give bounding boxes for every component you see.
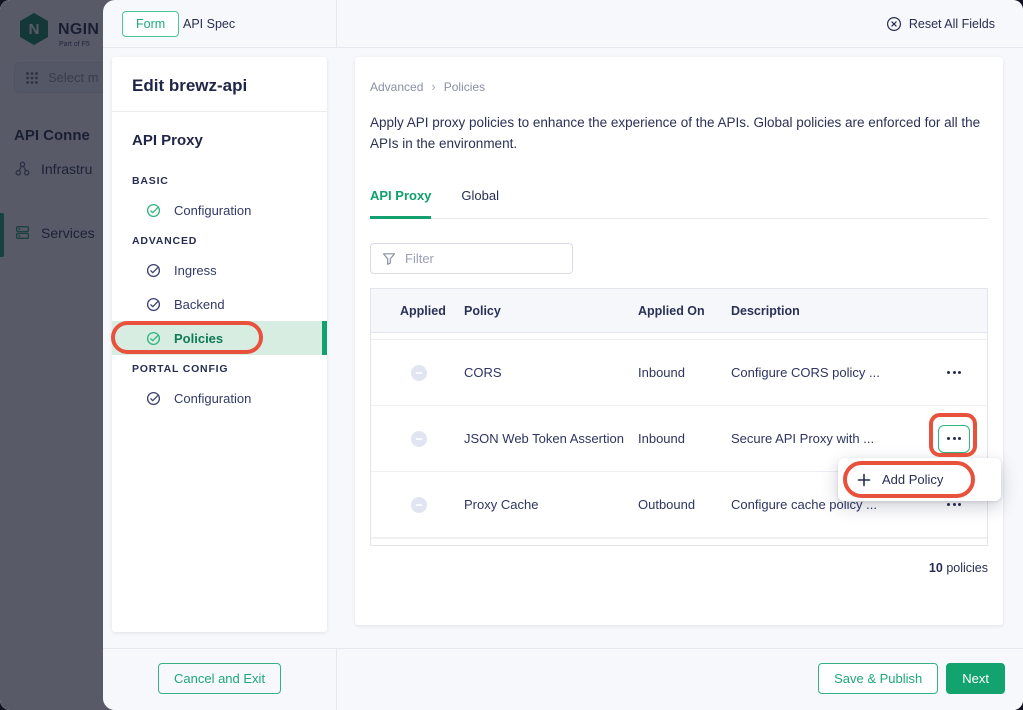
tab-api-spec[interactable]: API Spec (183, 0, 235, 48)
cell-description: Secure API Proxy with ... (731, 431, 921, 446)
wizard-step-ingress[interactable]: Ingress (112, 253, 327, 287)
cell-description: Configure CORS policy ... (731, 365, 921, 380)
wizard-step-backend[interactable]: Backend (112, 287, 327, 321)
row-actions-popup: Add Policy (838, 458, 1001, 501)
cancel-and-exit-button[interactable]: Cancel and Exit (158, 663, 281, 694)
cell-policy: CORS (464, 364, 638, 382)
column-policy: Policy (464, 304, 638, 318)
table-bottom-strip (371, 538, 987, 545)
tab-global-policies[interactable]: Global (461, 185, 499, 219)
tab-form[interactable]: Form (122, 11, 179, 37)
reset-circle-x-icon (886, 16, 902, 32)
table-header: Applied Policy Applied On Description (371, 289, 987, 333)
applied-toggle-icon[interactable] (411, 497, 464, 513)
next-button[interactable]: Next (946, 663, 1005, 694)
filter-funnel-icon (382, 252, 396, 266)
modal-topbar: Form API Spec Reset All Fields (103, 0, 1023, 48)
breadcrumb-current: Policies (444, 80, 485, 94)
check-circle-icon (146, 331, 161, 346)
policy-scope-tabs: API Proxy Global (370, 185, 988, 219)
panel-section-title: API Proxy (132, 132, 307, 149)
cell-policy: Proxy Cache (464, 496, 638, 514)
column-description: Description (731, 304, 921, 318)
row-actions-menu-button-active[interactable] (938, 425, 970, 453)
group-heading-portal-config: PORTAL CONFIG (132, 363, 307, 375)
wizard-step-policies[interactable]: Policies (112, 321, 327, 355)
wizard-panel: Edit brewz-api API Proxy BASIC Configura… (112, 57, 327, 632)
filter-field[interactable] (370, 243, 573, 274)
table-scroll-strip (371, 333, 987, 340)
breadcrumb: Advanced › Policies (370, 79, 485, 94)
policies-description: Apply API proxy policies to enhance the … (370, 113, 990, 155)
add-policy-menu-item[interactable]: Add Policy (882, 472, 943, 487)
policies-count: 10 policies (929, 561, 988, 575)
policies-content-card: Advanced › Policies Apply API proxy poli… (355, 57, 1003, 625)
topbar-divider (336, 0, 337, 48)
cell-policy: JSON Web Token Assertion (464, 430, 638, 448)
cell-applied-on: Inbound (638, 431, 731, 446)
wizard-step-label: Policies (174, 331, 223, 346)
wizard-step-label: Configuration (174, 391, 251, 406)
edit-api-modal: Form API Spec Reset All Fields Edit brew… (103, 0, 1023, 710)
wizard-step-configuration-portal[interactable]: Configuration (112, 381, 327, 415)
modal-title: Edit brewz-api (112, 57, 327, 112)
plus-icon (857, 473, 871, 487)
row-actions-menu-icon[interactable] (943, 365, 965, 380)
table-row: CORS Inbound Configure CORS policy ... (371, 340, 987, 406)
column-applied-on: Applied On (638, 304, 731, 318)
filter-input[interactable] (405, 251, 555, 266)
applied-toggle-icon[interactable] (411, 365, 464, 381)
reset-all-fields-button[interactable]: Reset All Fields (886, 0, 995, 48)
group-heading-advanced: ADVANCED (132, 235, 307, 247)
wizard-step-configuration-basic[interactable]: Configuration (112, 193, 327, 227)
screen: N NGIN Part of F5 Select m API Conne Inf… (0, 0, 1023, 710)
wizard-step-label: Configuration (174, 203, 251, 218)
check-circle-icon (146, 263, 161, 278)
chevron-right-icon: › (431, 79, 435, 94)
column-applied: Applied (400, 304, 464, 318)
cell-applied-on: Outbound (638, 497, 731, 512)
reset-label: Reset All Fields (909, 17, 995, 31)
policies-count-label: policies (946, 561, 988, 575)
tab-api-proxy-policies[interactable]: API Proxy (370, 185, 431, 219)
modal-footer: Cancel and Exit Save & Publish Next (103, 648, 1023, 710)
check-circle-icon (146, 391, 161, 406)
wizard-step-label: Ingress (174, 263, 217, 278)
wizard-step-label: Backend (174, 297, 225, 312)
policies-count-number: 10 (929, 561, 943, 575)
policies-table: Applied Policy Applied On Description CO… (370, 288, 988, 546)
group-heading-basic: BASIC (132, 175, 307, 187)
check-circle-icon (146, 203, 161, 218)
cell-applied-on: Inbound (638, 365, 731, 380)
check-circle-icon (146, 297, 161, 312)
applied-toggle-icon[interactable] (411, 431, 464, 447)
breadcrumb-parent[interactable]: Advanced (370, 80, 423, 94)
footer-divider (336, 649, 337, 710)
save-and-publish-button[interactable]: Save & Publish (818, 663, 938, 694)
